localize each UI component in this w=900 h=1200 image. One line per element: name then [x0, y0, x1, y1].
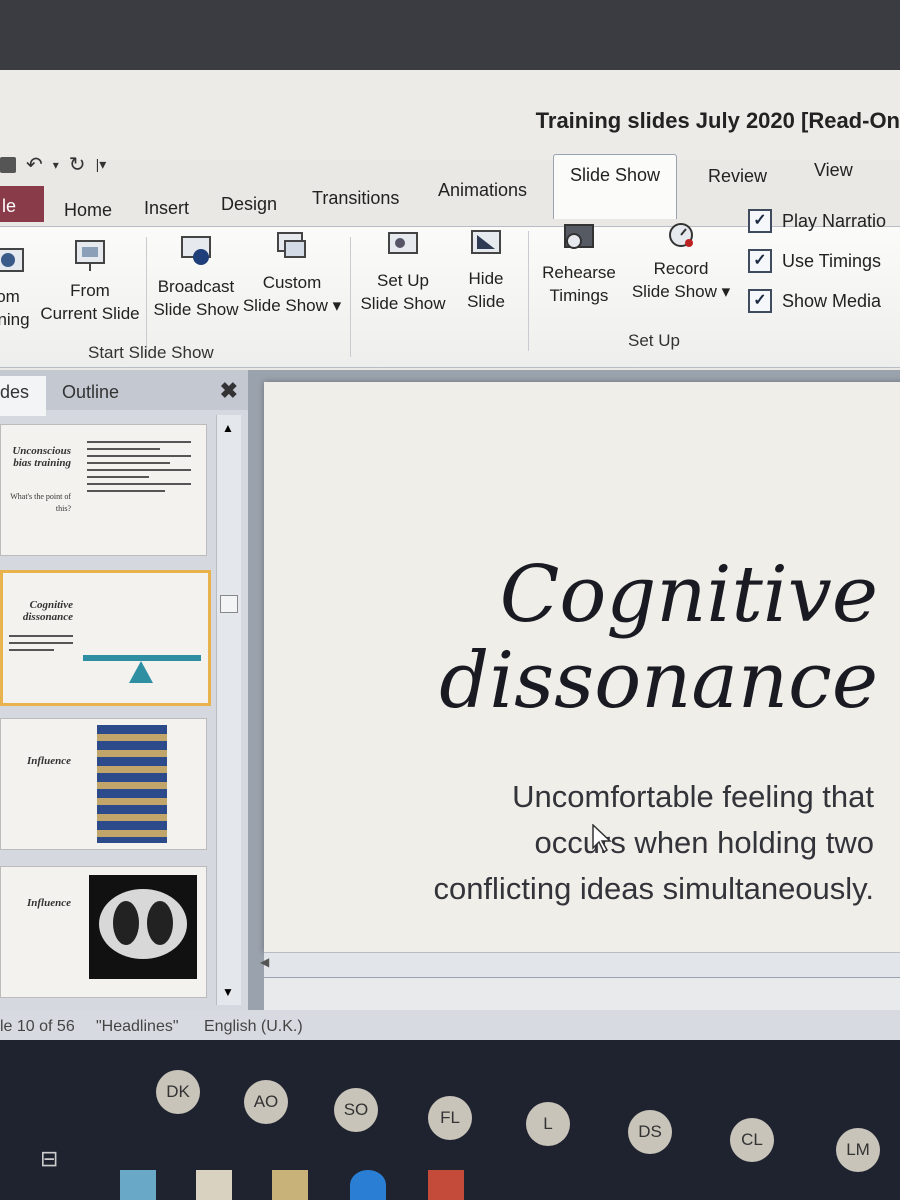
- checkbox-checked-icon: ✓: [748, 249, 772, 273]
- participant-avatar[interactable]: CL: [730, 1118, 774, 1162]
- mouse-cursor-icon: [592, 824, 612, 854]
- custom-show-icon: [277, 232, 306, 258]
- show-media-controls-checkbox[interactable]: ✓ Show Media: [748, 289, 881, 313]
- slide-subtitle[interactable]: Uncomfortable feeling that occurs when h…: [414, 774, 874, 912]
- broadcast-icon: [181, 236, 211, 265]
- from-beginning-button[interactable]: om nning: [0, 245, 30, 331]
- title-bar: Training slides July 2020 [Read-On: [0, 70, 900, 160]
- scroll-thumb[interactable]: [220, 595, 238, 613]
- tab-outline[interactable]: Outline: [62, 382, 119, 403]
- play-narrations-checkbox[interactable]: ✓ Play Narratio: [748, 209, 886, 233]
- projector-screen-icon: [75, 240, 105, 271]
- monitor-bezel: [0, 0, 900, 80]
- set-up-group-label: Set Up: [628, 331, 680, 350]
- panel-scrollbar[interactable]: ▲ ▼: [216, 415, 241, 1005]
- ct-scan-image: [89, 875, 197, 979]
- slide-thumbnail-selected[interactable]: Cognitive dissonance: [0, 570, 211, 706]
- close-icon[interactable]: ✖: [220, 378, 238, 404]
- redo-icon[interactable]: ↻: [69, 152, 86, 177]
- start-slide-show-group-label: Start Slide Show: [88, 343, 214, 362]
- ribbon-separator: [528, 231, 529, 351]
- participant-avatar[interactable]: L: [526, 1102, 570, 1146]
- current-slide[interactable]: Cognitive dissonance Uncomfortable feeli…: [264, 382, 900, 952]
- notes-pane[interactable]: [264, 978, 900, 1010]
- tab-transitions[interactable]: Transitions: [304, 184, 407, 213]
- participant-avatar[interactable]: DK: [156, 1070, 200, 1114]
- quick-access-toolbar: ↶ ▾ ↻ |▾: [0, 152, 106, 177]
- set-up-slide-show-button[interactable]: Set Up Slide Show: [356, 229, 450, 315]
- edge-browser-icon[interactable]: [350, 1170, 386, 1200]
- record-timer-icon: [669, 223, 693, 247]
- ribbon: om nning From Current Slide Broadcast Sl…: [0, 209, 900, 368]
- hide-slide-icon: [471, 230, 501, 254]
- custom-slide-show-button[interactable]: Custom Slide Show ▾: [240, 231, 344, 317]
- tab-slides[interactable]: des: [0, 376, 46, 416]
- thumbnail-text-lines: [87, 441, 191, 497]
- dress-photo: [97, 725, 167, 843]
- ribbon-separator: [146, 237, 147, 357]
- ribbon-separator: [350, 237, 351, 357]
- customize-qat-icon[interactable]: |▾: [96, 156, 107, 173]
- use-timings-checkbox[interactable]: ✓ Use Timings: [748, 249, 881, 273]
- file-explorer-icon[interactable]: [272, 1170, 308, 1200]
- slide-horizontal-scrollbar[interactable]: ◀: [260, 952, 900, 977]
- record-slide-show-button[interactable]: Record Slide Show ▾: [624, 217, 738, 303]
- play-from-start-icon: [0, 248, 24, 272]
- from-current-slide-button[interactable]: From Current Slide: [38, 239, 142, 325]
- tab-animations[interactable]: Animations: [430, 176, 535, 205]
- app-icon[interactable]: [196, 1170, 232, 1200]
- hide-slide-button[interactable]: Hide Slide: [456, 227, 516, 313]
- language-indicator[interactable]: English (U.K.): [204, 1018, 303, 1036]
- scroll-up-icon[interactable]: ▲: [222, 421, 234, 435]
- slides-panel: des Outline ✖ Unconscious bias training …: [0, 370, 249, 1010]
- panel-tabs: des Outline ✖: [0, 370, 248, 416]
- participant-avatar[interactable]: LM: [836, 1128, 880, 1172]
- scroll-left-icon[interactable]: ◀: [260, 955, 269, 969]
- tab-slide-show[interactable]: Slide Show: [553, 154, 678, 219]
- tab-design[interactable]: Design: [213, 190, 285, 219]
- tab-insert[interactable]: Insert: [136, 194, 197, 223]
- app-icon[interactable]: [428, 1170, 464, 1200]
- slide-thumbnail[interactable]: Influence: [0, 866, 207, 998]
- setup-show-icon: [388, 232, 418, 254]
- checkbox-checked-icon: ✓: [748, 289, 772, 313]
- theme-name: "Headlines": [96, 1018, 179, 1035]
- app-icon[interactable]: [120, 1170, 156, 1200]
- slide-thumbnail[interactable]: Unconscious bias training What's the poi…: [0, 424, 207, 556]
- taskbar: DK AO SO FL L DS CL LM ⊟: [0, 1040, 900, 1200]
- broadcast-slide-show-button[interactable]: Broadcast Slide Show: [152, 235, 240, 321]
- task-view-icon[interactable]: ⊟: [40, 1146, 76, 1176]
- rehearse-timings-icon: [564, 224, 594, 249]
- tab-file[interactable]: le: [0, 186, 44, 222]
- slide-title[interactable]: Cognitive dissonance: [439, 552, 878, 724]
- undo-icon[interactable]: ↶: [26, 152, 43, 177]
- slide-position: le 10 of 56: [0, 1018, 75, 1035]
- status-bar: le 10 of 56 "Headlines" English (U.K.): [0, 1010, 900, 1044]
- participant-avatar[interactable]: FL: [428, 1096, 472, 1140]
- tab-review[interactable]: Review: [700, 162, 775, 191]
- powerpoint-window: Training slides July 2020 [Read-On ↶ ▾ ↻…: [0, 70, 900, 1070]
- slide-thumbnail[interactable]: Influence: [0, 718, 207, 850]
- checkbox-checked-icon: ✓: [748, 209, 772, 233]
- scroll-down-icon[interactable]: ▼: [222, 985, 234, 999]
- participant-avatar[interactable]: SO: [334, 1088, 378, 1132]
- rehearse-timings-button[interactable]: Rehearse Timings: [534, 221, 624, 307]
- participant-avatar[interactable]: DS: [628, 1110, 672, 1154]
- tab-view[interactable]: View: [806, 156, 861, 185]
- tab-home[interactable]: Home: [56, 196, 120, 225]
- thumbnail-text-lines: [9, 635, 73, 656]
- save-icon[interactable]: [0, 156, 16, 173]
- seesaw-pivot: [129, 661, 153, 683]
- undo-dropdown-icon[interactable]: ▾: [53, 158, 59, 172]
- window-title: Training slides July 2020 [Read-On: [535, 108, 900, 133]
- participant-avatar[interactable]: AO: [244, 1080, 288, 1124]
